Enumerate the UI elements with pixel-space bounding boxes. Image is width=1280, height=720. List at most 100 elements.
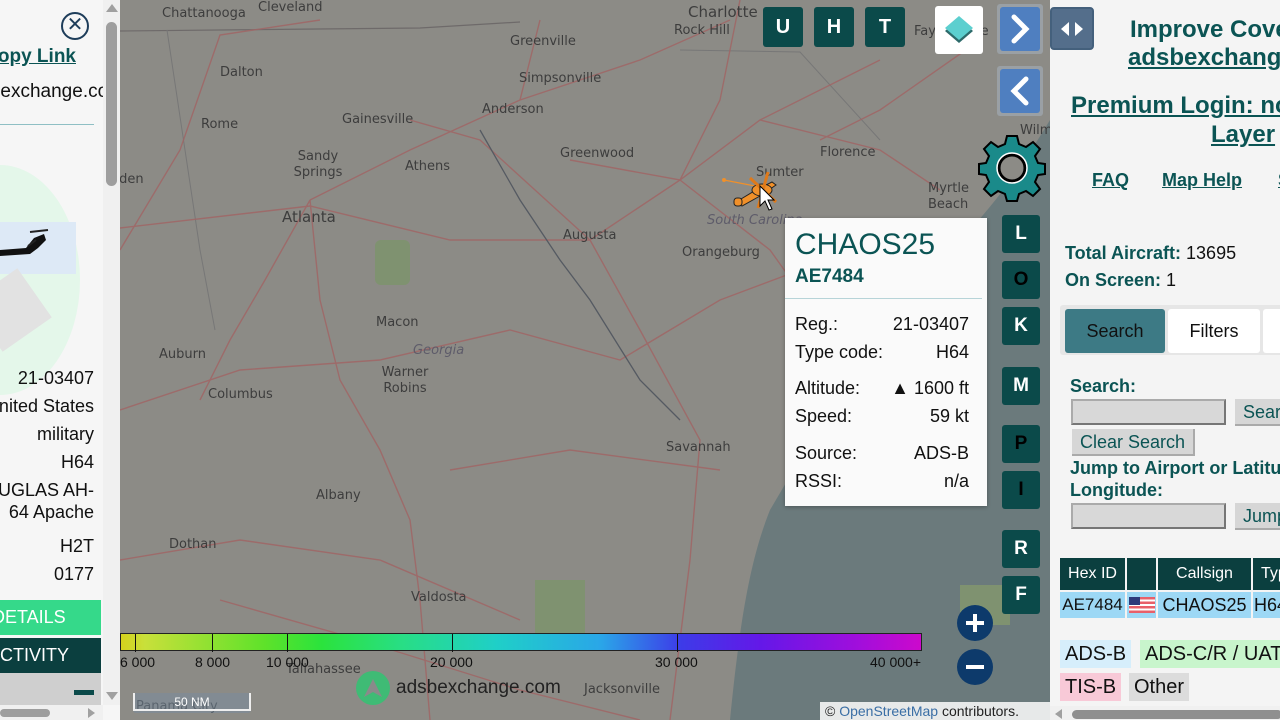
- toggle-f-button[interactable]: F: [1002, 576, 1040, 614]
- copy-link[interactable]: Copy Link: [0, 46, 76, 68]
- zoom-out-button[interactable]: [957, 649, 993, 685]
- toggle-sidebar-button[interactable]: [1050, 7, 1094, 50]
- city-label: Savannah: [666, 440, 731, 455]
- jump-label-line2: Longitude:: [1070, 480, 1163, 500]
- city-label: Simpsonville: [519, 71, 602, 86]
- helicopter-icon[interactable]: [732, 168, 784, 212]
- row-value: 59 kt: [929, 406, 969, 426]
- popup-row-rssi: RSSI: n/a: [795, 471, 969, 492]
- legend-tis-b: TIS-B: [1060, 673, 1122, 701]
- premium-login-link[interactable]: Premium Login: no ads: [1071, 92, 1280, 120]
- details-button[interactable]: DETAILS: [0, 600, 101, 635]
- column-header-hex[interactable]: Hex ID: [1060, 558, 1125, 590]
- city-label: Rome: [201, 117, 239, 132]
- popup-row-type: Type code: H64: [795, 342, 969, 363]
- horizontal-scrollbar[interactable]: [1050, 706, 1280, 720]
- toggle-t-button[interactable]: T: [865, 7, 905, 47]
- city-label: Valdosta: [411, 590, 467, 605]
- layers-button[interactable]: [935, 6, 983, 54]
- aircraft-detail-panel: ✕ Copy Link adsbexchange.com 21-03407 Un…: [0, 0, 120, 720]
- adsbx-logo[interactable]: adsbexchange.com: [356, 671, 561, 705]
- us-flag-icon: [1128, 597, 1155, 613]
- scroll-right-icon[interactable]: [88, 708, 95, 718]
- vertical-scrollbar[interactable]: [103, 0, 120, 705]
- search-label: Search:: [1070, 376, 1137, 396]
- cell-flag: [1127, 592, 1156, 618]
- horizontal-scrollbar[interactable]: [0, 705, 103, 720]
- activity-button[interactable]: ACTIVITY: [0, 638, 101, 673]
- scale-bar: 50 NM: [133, 693, 251, 713]
- toggle-o-button[interactable]: O: [1002, 261, 1040, 299]
- adsbx-logo-text: adsbexchange.com: [396, 677, 561, 698]
- toggle-k-button[interactable]: K: [1002, 307, 1040, 345]
- column-header-callsign[interactable]: Callsign: [1158, 558, 1251, 590]
- scrollbar-thumb[interactable]: [1072, 710, 1280, 719]
- legend-label: 20 000: [430, 654, 473, 670]
- domain-text: adsbexchange.com: [0, 81, 120, 102]
- aircraft-info-popup[interactable]: CHAOS25 AE7484 Reg.: 21-03407 Type code: H…: [785, 218, 987, 506]
- row-value: n/a: [943, 471, 969, 491]
- prev-button[interactable]: [997, 66, 1043, 116]
- osm-link[interactable]: OpenStreetMap: [839, 703, 938, 719]
- improve-coverage-link[interactable]: adsbexchange.com: [1128, 44, 1280, 72]
- scrollbar-thumb[interactable]: [106, 22, 117, 186]
- collapse-bar[interactable]: [0, 673, 101, 705]
- row-value: H64: [935, 342, 969, 362]
- city-label: Jacksonville: [584, 682, 660, 697]
- city-label: Charlotte: [688, 3, 758, 21]
- legend-label: 10 000: [266, 654, 309, 670]
- scrollbar-thumb[interactable]: [0, 709, 50, 717]
- cell-hex: AE7484: [1060, 592, 1125, 618]
- column-header-flag[interactable]: [1127, 558, 1156, 590]
- city-label: Florence: [820, 145, 876, 160]
- tab-search[interactable]: Search: [1065, 309, 1165, 353]
- search-input[interactable]: [1071, 399, 1226, 425]
- city-label: Dothan: [169, 537, 217, 552]
- total-aircraft-label: Total Aircraft:: [1065, 243, 1182, 263]
- on-screen-value: 1: [1166, 270, 1177, 290]
- toggle-r-button[interactable]: R: [1002, 530, 1040, 568]
- close-icon[interactable]: ✕: [61, 12, 89, 40]
- map-attribution: © OpenStreetMap contributors.: [820, 702, 1050, 720]
- popup-row-source: Source: ADS-B: [795, 443, 969, 464]
- toggle-l-button[interactable]: L: [1002, 215, 1040, 253]
- gear-icon[interactable]: [977, 133, 1047, 203]
- row-value: 21-03407: [892, 314, 969, 334]
- clear-search-button[interactable]: Clear Search: [1072, 429, 1196, 456]
- popup-row-altitude: Altitude: ▲ 1600 ft: [795, 378, 969, 399]
- jump-input[interactable]: [1071, 503, 1226, 529]
- total-aircraft-value: 13695: [1186, 243, 1237, 263]
- row-label: Speed:: [795, 406, 853, 426]
- chevron-right-icon: [1011, 14, 1030, 44]
- scroll-left-icon[interactable]: [1055, 709, 1062, 719]
- toggle-h-button[interactable]: H: [814, 7, 854, 47]
- scroll-up-icon[interactable]: [106, 4, 118, 12]
- layers-icon: [945, 16, 973, 43]
- tab-more[interactable]: [1263, 309, 1280, 353]
- next-button[interactable]: [997, 4, 1043, 54]
- map-help-link[interactable]: Map Help: [1162, 170, 1242, 191]
- jump-button[interactable]: Jump: [1235, 503, 1280, 530]
- faq-link[interactable]: FAQ: [1092, 170, 1129, 191]
- row-label: Type code:: [795, 342, 884, 362]
- helicopter-photo-icon: [0, 229, 49, 256]
- category-value: military: [37, 424, 94, 444]
- column-header-type[interactable]: Type: [1253, 558, 1280, 590]
- tab-filters[interactable]: Filters: [1168, 309, 1260, 353]
- type-desc-value: H2T: [59, 536, 94, 556]
- toggle-i-button[interactable]: I: [1002, 471, 1040, 509]
- legend-ads-b: ADS-B: [1060, 640, 1132, 668]
- search-button[interactable]: Search: [1235, 399, 1280, 426]
- adsbx-logo-icon: [356, 671, 390, 705]
- toggle-m-button[interactable]: M: [1002, 367, 1040, 405]
- scroll-down-icon[interactable]: [106, 692, 118, 700]
- toggle-u-button[interactable]: U: [763, 7, 803, 47]
- city-label: Chattanooga: [162, 6, 246, 21]
- toggle-p-button[interactable]: P: [1002, 425, 1040, 463]
- map-canvas[interactable]: Chattanooga Cleveland Charlotte Rock Hil…: [120, 0, 1050, 720]
- minimize-icon[interactable]: [74, 690, 94, 695]
- sidebar-panel: Improve Coverage adsbexchange.com Premiu…: [1050, 0, 1280, 720]
- popup-row-reg: Reg.: 21-03407: [795, 314, 969, 335]
- premium-login-link-line2[interactable]: Layer: [1211, 121, 1275, 149]
- zoom-in-button[interactable]: [957, 605, 993, 641]
